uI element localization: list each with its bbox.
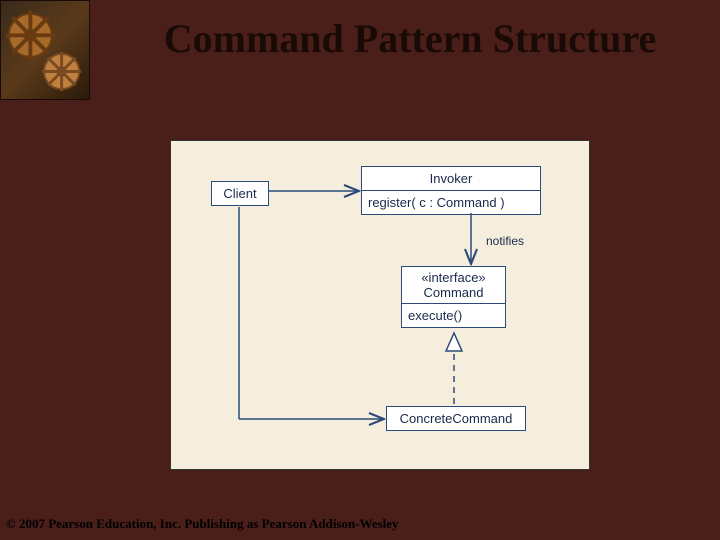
- class-invoker: Invoker register( c : Command ): [361, 166, 541, 215]
- class-concrete-command: ConcreteCommand: [386, 406, 526, 431]
- gears-logo: [0, 0, 90, 100]
- relation-notifies-label: notifies: [486, 234, 524, 248]
- interface-command: «interface» Command execute(): [401, 266, 506, 328]
- command-method: execute(): [402, 304, 505, 327]
- class-invoker-method: register( c : Command ): [362, 191, 540, 214]
- page-title: Command Pattern Structure: [110, 15, 710, 62]
- concrete-command-name: ConcreteCommand: [387, 407, 525, 430]
- class-client-name: Client: [212, 182, 268, 205]
- class-invoker-name: Invoker: [362, 167, 540, 191]
- uml-diagram: Client Invoker register( c : Command ) «…: [170, 140, 590, 470]
- copyright-footer: © 2007 Pearson Education, Inc. Publishin…: [6, 516, 399, 532]
- interface-command-header: «interface» Command: [402, 267, 505, 304]
- class-client: Client: [211, 181, 269, 206]
- command-name: Command: [408, 285, 499, 300]
- command-stereotype: «interface»: [408, 270, 499, 285]
